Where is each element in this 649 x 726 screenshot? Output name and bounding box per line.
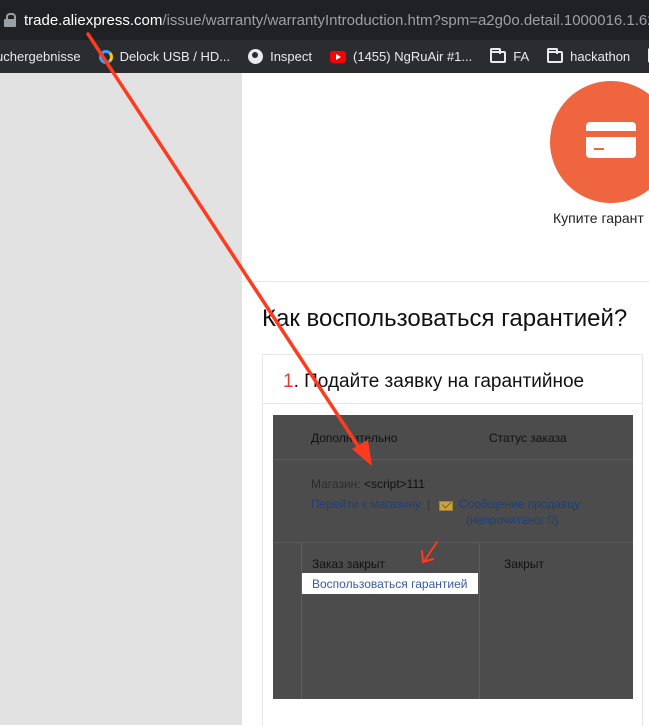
step-card: 1. Подайте заявку на гарантийное Дополни… <box>262 354 643 726</box>
row-divider <box>273 542 633 543</box>
go-to-shop-link[interactable]: Перейти к магазину <box>311 497 421 511</box>
bookmark-inspect[interactable]: Inspect <box>248 49 312 64</box>
bookmark-folder-fa[interactable]: FA <box>490 47 530 64</box>
order-status-closed: Закрыт <box>504 557 544 571</box>
bookmarks-bar: uchergebnisse Delock USB / HD... Inspect… <box>0 40 649 73</box>
address-bar[interactable]: trade.aliexpress.com/issue/warranty/warr… <box>0 0 649 40</box>
envelope-icon <box>439 501 453 511</box>
buy-warranty-circle[interactable] <box>550 81 649 203</box>
section-divider <box>242 281 649 282</box>
credit-card-icon <box>586 122 636 158</box>
url-path: /issue/warranty/warrantyIntroduction.htm… <box>162 11 649 29</box>
message-seller-link[interactable]: Сообщение продавцу <box>459 497 580 511</box>
step-title: 1. Подайте заявку на гарантийное <box>283 371 584 393</box>
bookmark-label: (1455) NgRuAir #1... <box>353 49 473 64</box>
folder-icon <box>490 47 507 63</box>
unread-count: (непрочитано: 0) <box>466 513 559 527</box>
c-logo-icon <box>98 49 113 64</box>
shop-row: Магазин: <script>111 <box>311 477 425 491</box>
bookmark-label: Inspect <box>270 49 313 64</box>
lock-icon[interactable] <box>4 13 16 27</box>
shop-label: Магазин: <box>311 477 364 491</box>
step-title-text: . Подайте заявку на гарантийное <box>293 371 585 392</box>
bookmark-youtube[interactable]: (1455) NgRuAir #1... <box>330 49 472 64</box>
bookmark-delock[interactable]: Delock USB / HD... <box>98 49 231 64</box>
column-header-order-status: Статус заказа <box>489 431 567 445</box>
step-divider <box>263 403 642 404</box>
column-divider <box>301 543 302 699</box>
bookmark-folder-hackathon[interactable]: hackathon <box>547 47 631 64</box>
page-content: Купите гарант Как воспользоваться гарант… <box>242 73 649 726</box>
shop-name: <script>111 <box>363 477 425 491</box>
bookmark-search-results[interactable]: uchergebnisse <box>0 49 81 64</box>
youtube-icon <box>330 50 347 63</box>
url-host: trade.aliexpress.com <box>24 11 163 29</box>
folder-icon <box>547 47 564 63</box>
globe-icon <box>248 49 264 64</box>
bookmark-label: hackathon <box>570 49 631 64</box>
order-screenshot: Дополнительно Статус заказа Магазин: <sc… <box>273 415 633 699</box>
bookmark-label: uchergebnisse <box>0 49 81 64</box>
bookmark-label: Delock USB / HD... <box>119 49 231 64</box>
step-number: 1 <box>283 371 294 392</box>
column-divider <box>479 543 480 699</box>
header-divider <box>273 459 633 460</box>
link-separator: | <box>427 497 431 511</box>
buy-warranty-label: Купите гарант <box>553 210 644 226</box>
use-warranty-link[interactable]: Воспользоваться гарантией <box>302 573 478 594</box>
page-side-margin <box>0 73 242 725</box>
column-header-additional: Дополнительно <box>311 431 398 445</box>
bookmark-label: FA <box>513 49 530 64</box>
order-closed-text: Заказ закрыт <box>312 557 386 571</box>
page-title: Как воспользоваться гарантией? <box>262 305 628 332</box>
